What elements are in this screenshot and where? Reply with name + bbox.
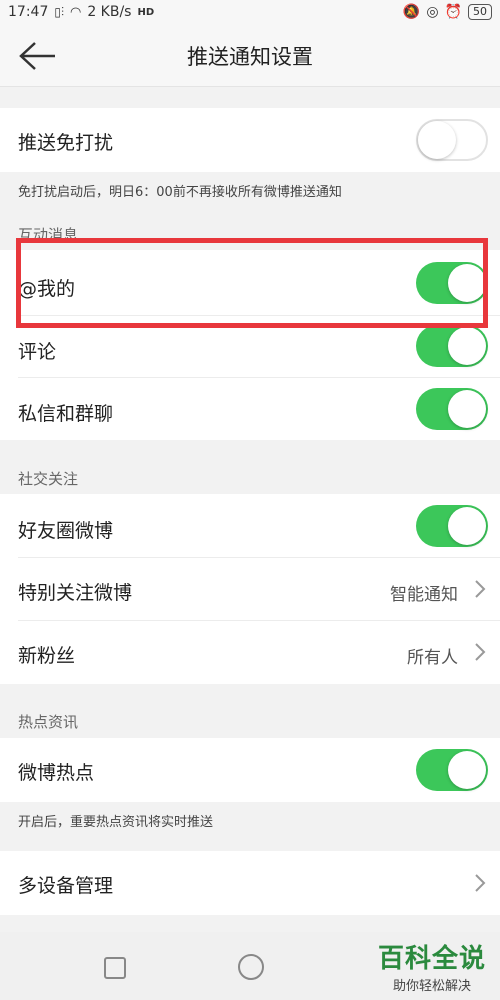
hd-icon: HD bbox=[137, 6, 155, 18]
dnd-toggle[interactable] bbox=[416, 119, 488, 161]
hot-note: 开启后，重要热点资讯将实时推送 bbox=[18, 815, 214, 830]
home-button[interactable] bbox=[238, 954, 264, 980]
sync-icon: ◎ bbox=[426, 4, 439, 20]
section-title-social: 社交关注 bbox=[18, 470, 79, 488]
watermark-title: 百科全说 bbox=[377, 944, 486, 974]
social-group: 好友圈微博 特别关注微博 智能通知 新粉丝 所有人 bbox=[0, 494, 500, 684]
comments-toggle[interactable] bbox=[416, 325, 488, 367]
divider bbox=[18, 377, 500, 378]
chevron-right-icon bbox=[475, 580, 486, 598]
toggle-knob bbox=[448, 327, 486, 365]
wifi-icon: ◠ bbox=[69, 4, 82, 20]
alarm-icon: ⏰ bbox=[444, 4, 462, 20]
multi-device-label: 多设备管理 bbox=[18, 875, 114, 897]
mute-icon: 🔕 bbox=[402, 4, 421, 20]
toggle-knob bbox=[448, 751, 486, 789]
comments-label: 评论 bbox=[18, 341, 57, 363]
toggle-knob bbox=[418, 121, 456, 159]
new-fans-value: 所有人 bbox=[407, 648, 458, 668]
toggle-knob bbox=[448, 390, 486, 428]
chevron-right-icon bbox=[475, 643, 486, 661]
page-title: 推送通知设置 bbox=[187, 45, 313, 69]
friends-weibo-label: 好友圈微博 bbox=[18, 520, 114, 542]
hot-weibo-row: 微博热点 bbox=[0, 738, 500, 802]
header-bar: 推送通知设置 bbox=[0, 26, 500, 87]
chevron-right-icon bbox=[475, 874, 486, 892]
sim-icon: ▯⫶ bbox=[54, 4, 64, 19]
watermark-subtitle: 助你轻松解决 bbox=[392, 979, 471, 994]
hot-weibo-label: 微博热点 bbox=[18, 762, 95, 784]
new-fans-label: 新粉丝 bbox=[18, 645, 76, 667]
dnd-label: 推送免打扰 bbox=[18, 132, 114, 154]
multi-device-row[interactable]: 多设备管理 bbox=[0, 851, 500, 915]
private-messages-label: 私信和群聊 bbox=[18, 403, 114, 425]
dnd-note: 免打扰启动后，明日6：00前不再接收所有微博推送通知 bbox=[18, 185, 342, 200]
highlight-box bbox=[16, 238, 488, 328]
section-title-hot: 热点资讯 bbox=[18, 713, 79, 731]
toggle-knob bbox=[448, 507, 486, 545]
private-messages-toggle[interactable] bbox=[416, 388, 488, 430]
special-follow-value: 智能通知 bbox=[390, 585, 458, 605]
status-bar: 17:47 ▯⫶ ◠ 2 KB/s HD 🔕 ◎ ⏰ 50 bbox=[0, 0, 500, 26]
network-speed: 2 KB/s bbox=[87, 4, 132, 20]
dnd-row: 推送免打扰 bbox=[0, 108, 500, 172]
friends-weibo-toggle[interactable] bbox=[416, 505, 488, 547]
hot-weibo-toggle[interactable] bbox=[416, 749, 488, 791]
new-fans-row[interactable]: 新粉丝 所有人 bbox=[0, 621, 500, 683]
status-time: 17:47 bbox=[8, 4, 49, 20]
special-follow-label: 特别关注微博 bbox=[18, 582, 133, 604]
special-follow-row[interactable]: 特别关注微博 智能通知 bbox=[0, 558, 500, 620]
watermark: 百科全说 助你轻松解决 bbox=[372, 938, 492, 994]
recent-apps-button[interactable] bbox=[104, 957, 126, 979]
battery-indicator: 50 bbox=[468, 4, 492, 20]
